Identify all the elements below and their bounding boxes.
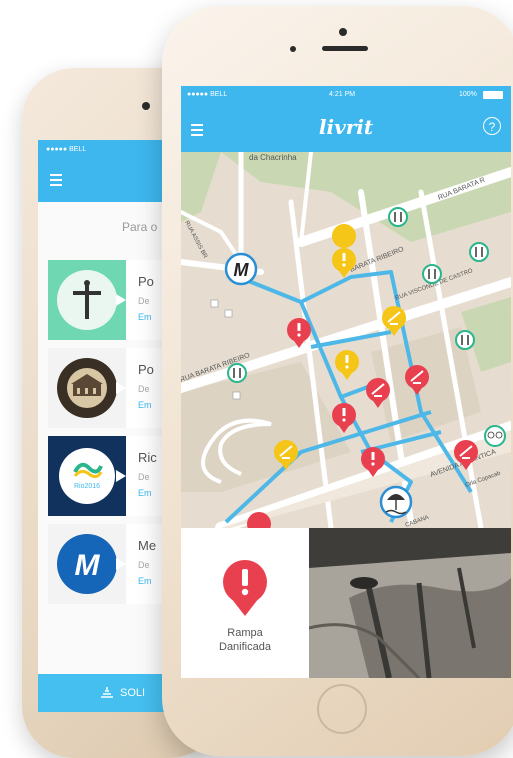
poi-icon (210, 299, 219, 308)
item-title: Po (138, 362, 154, 377)
report-label-line1: Rampa (227, 627, 263, 639)
metro-logo-icon: M (48, 524, 126, 604)
poi-icon (224, 309, 233, 318)
restaurant-pin-icon[interactable] (388, 207, 408, 227)
item-title: Me (138, 538, 157, 553)
battery-percent: 100% (459, 91, 477, 98)
ramp-icon (101, 687, 113, 698)
request-button-label: SOLI (120, 687, 146, 699)
christ-redeemer-icon (48, 260, 126, 340)
camera-dot (339, 28, 347, 36)
poi-icon (232, 391, 241, 400)
restaurant-pin-icon[interactable] (422, 264, 442, 284)
back-subtitle: Para o (122, 220, 158, 234)
report-label-line2: Danificada (219, 641, 271, 653)
help-icon[interactable]: ? (483, 117, 501, 135)
clock: 4:21 PM (329, 91, 356, 98)
app-screen: ●●●●● BELL 4:21 PM 100% livrit ? da Chac… (181, 86, 511, 678)
status-bar: ●●●●● BELL 4:21 PM 100% (181, 86, 511, 104)
metro-station-pin-icon[interactable]: M (224, 252, 258, 286)
earpiece-speaker (322, 46, 368, 51)
item-link[interactable]: Em (138, 400, 152, 410)
front-camera-icon (290, 46, 296, 52)
map-label: da Chacrinha (249, 153, 297, 162)
home-button[interactable] (317, 684, 367, 734)
battery-icon (483, 91, 503, 99)
accessibility-map[interactable]: da Chacrinha RUA BARATA R BARATA RIBEIRO… (181, 152, 511, 528)
camera-dot (142, 102, 150, 110)
rio-2016-logo-icon: Rio2016 (48, 436, 126, 516)
item-subtitle: De (138, 296, 150, 306)
restaurant-pin-icon[interactable] (227, 363, 247, 383)
svg-text:Rio2016: Rio2016 (74, 483, 100, 490)
item-subtitle: De (138, 472, 150, 482)
front-phone: ●●●●● BELL 4:21 PM 100% livrit ? da Chac… (162, 6, 513, 756)
item-title: Po (138, 274, 154, 289)
item-subtitle: De (138, 384, 150, 394)
restaurant-pin-icon[interactable] (469, 242, 489, 262)
porto-maravilha-logo-icon (48, 348, 126, 428)
svg-text:M: M (75, 549, 101, 582)
restaurant-pin-icon[interactable] (455, 330, 475, 350)
menu-icon[interactable] (50, 174, 62, 189)
item-subtitle: De (138, 560, 150, 570)
item-link[interactable]: Em (138, 312, 152, 322)
svg-text:M: M (234, 260, 250, 280)
carrier-label: ●●●●● BELL (187, 91, 228, 98)
app-title: livrit (318, 115, 374, 139)
damaged-ramp-photo[interactable] (309, 528, 511, 678)
item-link[interactable]: Em (138, 576, 152, 586)
app-navbar: livrit ? (181, 104, 511, 152)
report-detail-panel[interactable]: Rampa Danificada (181, 528, 511, 678)
item-title: Ric (138, 450, 157, 465)
item-link[interactable]: Em (138, 488, 152, 498)
report-label: Rampa Danificada (181, 626, 309, 654)
beach-pin-icon[interactable] (379, 485, 413, 519)
olympic-venue-pin-icon[interactable] (484, 425, 506, 447)
danger-marker-icon (223, 560, 267, 616)
